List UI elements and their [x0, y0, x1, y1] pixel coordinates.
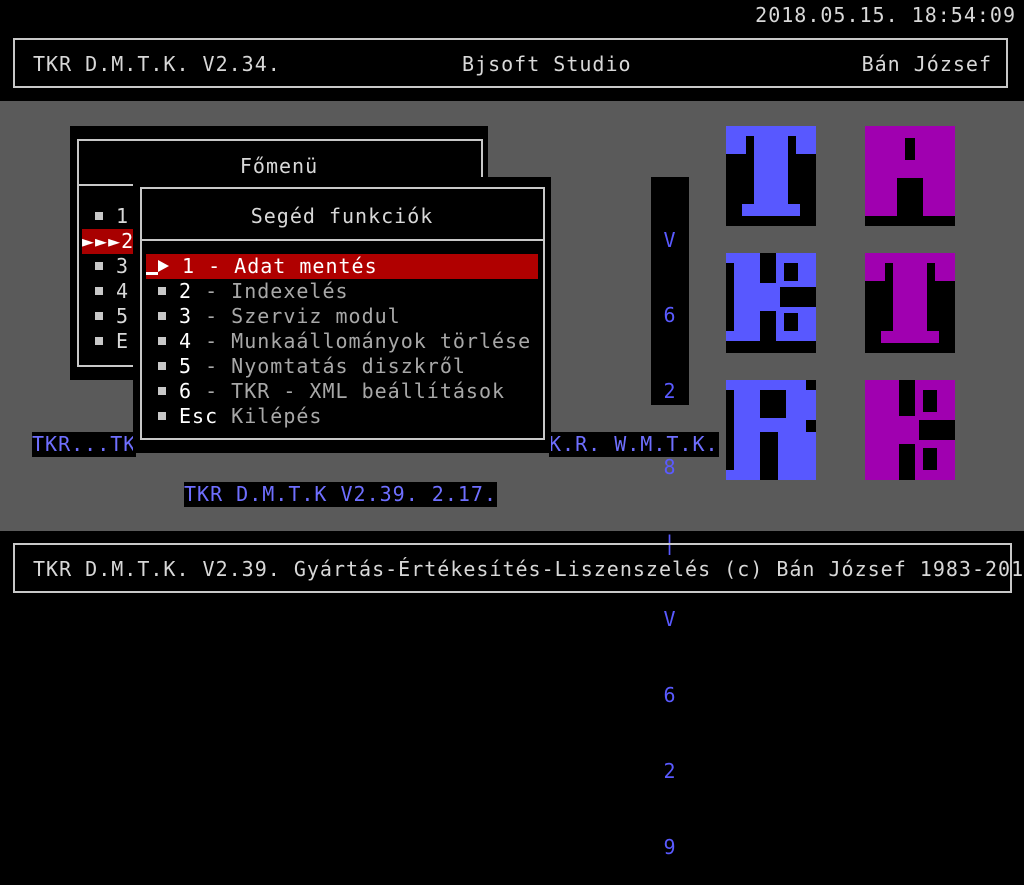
left-label: TKR...TK: [32, 432, 137, 457]
logo-letter-m-purple: [865, 126, 955, 226]
logo-letter-k-blue: [726, 253, 816, 353]
logo-letter-t-purple: [865, 253, 955, 353]
main-menu-item[interactable]: 3: [95, 254, 129, 279]
sub-menu-item-xml[interactable]: 6 - TKR - XML beállítások: [158, 379, 505, 404]
bullet-icon: [95, 261, 103, 270]
bullet-icon: [95, 286, 103, 295]
bullet-icon: [95, 211, 103, 220]
bullet-icon: [158, 386, 166, 395]
bullet-icon: [158, 361, 166, 370]
logo-letter-t-blue: [726, 126, 816, 226]
main-menu-item[interactable]: 5: [95, 304, 129, 329]
app-title: TKR D.M.T.K. V2.34.: [33, 52, 281, 76]
sub-menu-divider: [140, 239, 545, 241]
sub-menu-item-szerviz[interactable]: 3 - Szerviz modul: [158, 304, 401, 329]
version-char: 2: [663, 758, 677, 783]
sub-menu-title: Segéd funkciók: [250, 204, 434, 228]
main-menu-item[interactable]: E: [95, 329, 129, 354]
text-cursor: [146, 272, 158, 275]
sub-menu-item-torles[interactable]: 4 - Munkaállományok törlése: [158, 329, 531, 354]
version-char: 6: [663, 303, 677, 328]
bullet-icon: [158, 286, 166, 295]
logo-letter-r-blue: [726, 380, 816, 480]
version-char: V: [663, 227, 677, 252]
bullet-icon: [95, 336, 103, 345]
datetime-display: 2018.05.15. 18:54:09: [755, 3, 1016, 27]
main-menu-item[interactable]: 1: [95, 204, 129, 229]
bullet-icon: [158, 411, 166, 420]
selection-marker: ►►►: [82, 229, 122, 253]
bullet-icon: [158, 311, 166, 320]
sub-menu-window: Segéd funkciók 1 - Adat mentés 2 - Index…: [133, 177, 551, 453]
studio-name: Bjsoft Studio: [462, 52, 632, 76]
sub-menu-item-exit[interactable]: Esc Kilépés: [158, 404, 322, 429]
version-column: V 6 2 8 | V 6 2 9: [651, 177, 689, 859]
author-name: Bán József: [861, 52, 992, 76]
bullet-icon: [95, 311, 103, 320]
right-label: K.R. W.M.T.K.: [549, 432, 719, 457]
footer-text: TKR D.M.T.K. V2.39. Gyártás-Értékesítés-…: [33, 557, 1024, 581]
sub-menu-item-adat-mentes[interactable]: 1 - Adat mentés: [146, 254, 538, 279]
logo-letter-k-purple: [865, 380, 955, 480]
version-char: 9: [663, 834, 677, 859]
version-char: 2: [663, 379, 677, 404]
main-menu-item[interactable]: 4: [95, 279, 129, 304]
version-label: TKR D.M.T.K V2.39. 2.17.: [184, 482, 497, 507]
bullet-icon: [158, 336, 166, 345]
version-char: 8: [663, 455, 677, 480]
version-char: 6: [663, 682, 677, 707]
sub-menu-item-nyomtatas[interactable]: 5 - Nyomtatás diszkről: [158, 354, 466, 379]
sub-menu-item-indexeles[interactable]: 2 - Indexelés: [158, 279, 349, 304]
main-menu-title: Főmenü: [239, 154, 319, 178]
version-char: V: [663, 607, 677, 632]
pointer-arrow-icon: [158, 259, 169, 272]
